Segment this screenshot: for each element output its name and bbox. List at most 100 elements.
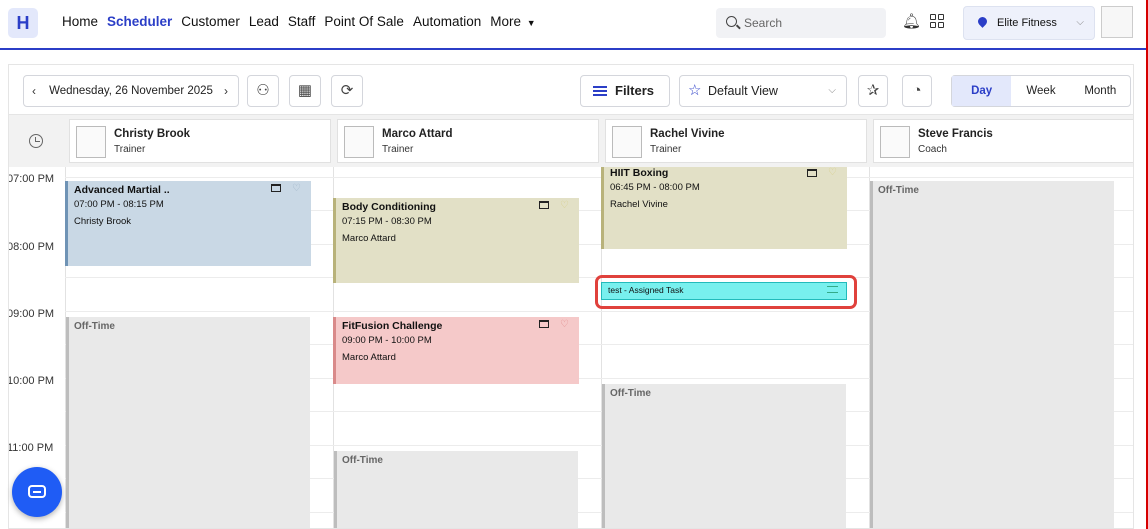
calendar-check-icon — [539, 320, 549, 328]
resource-avatar — [344, 126, 374, 158]
heart-icon: ♡ — [292, 183, 301, 194]
event-time: 07:15 PM - 08:30 PM — [342, 216, 432, 227]
time-label: 11:00 PM — [8, 442, 54, 454]
rooms-button[interactable]: ▦ — [289, 75, 321, 107]
favorite-view-button[interactable]: ✰ — [858, 75, 888, 107]
resource-role: Trainer — [114, 144, 146, 155]
app: H Home Scheduler Customer Lead Staff Poi… — [0, 0, 1148, 529]
star-add-icon: ✰ — [866, 82, 880, 99]
task-label: test - Assigned Task — [608, 285, 684, 295]
app-logo[interactable]: H — [8, 8, 38, 38]
filters-label: Filters — [615, 83, 655, 98]
chat-icon — [28, 485, 46, 498]
nav-automation[interactable]: Automation — [413, 14, 481, 29]
resource-name: Christy Brook — [114, 128, 191, 140]
main-nav: Home Scheduler Customer Lead Staff Point… — [62, 14, 545, 29]
event-trainer: Rachel Vivine — [610, 199, 668, 210]
search-input[interactable]: Search — [716, 8, 886, 38]
nav-lead[interactable]: Lead — [249, 14, 279, 29]
color-theme-button[interactable]: ◔ — [902, 75, 932, 107]
assigned-task[interactable]: test - Assigned Task — [601, 282, 847, 300]
top-navbar: H Home Scheduler Customer Lead Staff Poi… — [0, 0, 1148, 50]
checklist-icon — [827, 286, 838, 293]
nav-customer[interactable]: Customer — [181, 14, 240, 29]
resource-avatar — [76, 126, 106, 158]
refresh-icon: ⟳ — [340, 82, 354, 99]
class-event[interactable]: Body Conditioning 07:15 PM - 08:30 PM Ma… — [333, 198, 579, 283]
resource-header-row: Christy Brook Trainer Marco Attard Trainer… — [65, 115, 1133, 167]
nav-point-of-sale[interactable]: Point Of Sale — [324, 14, 404, 29]
next-day-icon[interactable]: › — [224, 76, 228, 106]
calendar-check-icon — [807, 169, 817, 177]
star-icon: ☆ — [688, 82, 702, 99]
location-selector[interactable]: Elite Fitness ⌵ — [963, 6, 1095, 40]
calendar-check-icon — [271, 184, 281, 192]
event-time: 07:00 PM - 08:15 PM — [74, 199, 164, 210]
time-label: 10:00 PM — [8, 375, 55, 387]
tab-day[interactable]: Day — [952, 76, 1012, 106]
off-time-block: Off-Time — [66, 317, 310, 528]
time-label: 07:00 PM — [8, 173, 55, 185]
off-time-block: Off-Time — [334, 451, 578, 528]
location-pin-icon — [976, 15, 989, 28]
apps-grid-icon[interactable] — [930, 14, 944, 28]
time-label: 09:00 PM — [8, 308, 55, 320]
refresh-button[interactable]: ⟳ — [331, 75, 363, 107]
nav-more[interactable]: More ▼ — [490, 14, 535, 29]
tab-week[interactable]: Week — [1011, 76, 1070, 106]
off-time-block: Off-Time — [602, 384, 846, 528]
event-trainer: Marco Attard — [342, 233, 396, 244]
off-time-block: Off-Time — [870, 181, 1114, 528]
view-selector[interactable]: ☆ Default View ⌵ — [679, 75, 847, 107]
class-event[interactable]: HIIT Boxing 06:45 PM - 08:00 PM Rachel V… — [601, 167, 847, 249]
resource-role: Trainer — [382, 144, 414, 155]
palette-icon: ◔ — [912, 82, 922, 99]
nav-more-label: More — [490, 14, 521, 29]
chevron-down-icon: ⌵ — [828, 85, 836, 96]
heart-icon: ♡ — [828, 167, 837, 178]
tab-month[interactable]: Month — [1071, 76, 1130, 106]
chat-launcher-button[interactable] — [12, 467, 62, 517]
resource-role: Coach — [918, 144, 947, 155]
chevron-down-icon: ⌵ — [1076, 17, 1084, 28]
filters-button[interactable]: Filters — [580, 75, 670, 107]
prev-day-icon[interactable]: ‹ — [32, 76, 36, 106]
bell-icon[interactable]: 🔔︎ — [902, 12, 921, 30]
location-name: Elite Fitness — [997, 17, 1057, 29]
heart-icon: ♡ — [560, 200, 569, 211]
class-event[interactable]: Advanced Martial .. 07:00 PM - 08:15 PM … — [65, 181, 311, 266]
building-icon: ▦ — [297, 82, 313, 99]
resource-role: Trainer — [650, 144, 682, 155]
resource-header[interactable]: Marco Attard Trainer — [337, 119, 599, 163]
clock-icon — [29, 134, 43, 148]
search-icon — [726, 16, 737, 27]
event-time: 09:00 PM - 10:00 PM — [342, 335, 432, 346]
staff-availability-button[interactable]: ⚇ — [247, 75, 279, 107]
filter-sliders-icon — [593, 86, 607, 96]
event-trainer: Marco Attard — [342, 352, 396, 363]
resource-name: Marco Attard — [382, 128, 453, 140]
resource-avatar — [612, 126, 642, 158]
calendar-check-icon — [539, 201, 549, 209]
resource-name: Rachel Vivine — [650, 128, 725, 140]
calendar-body: 07:00 PM 08:00 PM 09:00 PM 10:00 PM 11:0… — [8, 167, 1133, 528]
view-label: Default View — [708, 84, 778, 98]
resource-avatar — [880, 126, 910, 158]
caret-down-icon: ▼ — [526, 18, 536, 28]
time-label: 08:00 PM — [8, 241, 55, 253]
nav-home[interactable]: Home — [62, 14, 98, 29]
time-column-header — [9, 115, 65, 167]
resource-header[interactable]: Steve Francis Coach — [873, 119, 1133, 163]
nav-staff[interactable]: Staff — [288, 14, 316, 29]
class-event[interactable]: FitFusion Challenge 09:00 PM - 10:00 PM … — [333, 317, 579, 384]
resource-header[interactable]: Rachel Vivine Trainer — [605, 119, 867, 163]
event-trainer: Christy Brook — [74, 216, 132, 227]
event-time: 06:45 PM - 08:00 PM — [610, 182, 700, 193]
nav-scheduler[interactable]: Scheduler — [107, 14, 172, 29]
current-date[interactable]: Wednesday, 26 November 2025 — [49, 85, 213, 97]
resource-header[interactable]: Christy Brook Trainer — [69, 119, 331, 163]
search-placeholder: Search — [744, 16, 783, 30]
calendar-grid: Christy Brook Trainer Marco Attard Trainer… — [8, 114, 1134, 529]
user-avatar[interactable] — [1101, 6, 1133, 38]
heart-icon: ♡ — [560, 319, 569, 330]
